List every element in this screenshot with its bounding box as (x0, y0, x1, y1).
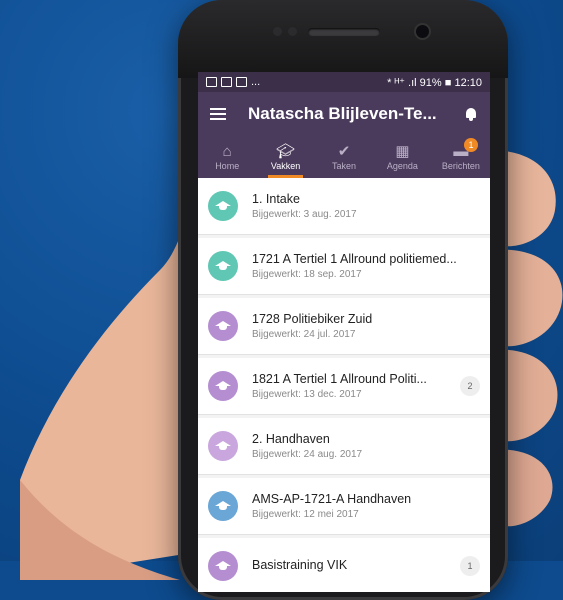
app-screen: ... * ᴴ⁺ .ıl 91% ■ 12:10 Natascha Blijle… (198, 72, 490, 592)
list-item[interactable]: AMS-AP-1721-A Handhaven Bijgewerkt: 12 me… (198, 478, 490, 535)
phone-top-bezel (178, 0, 508, 78)
graduation-cap-icon (215, 561, 231, 571)
tab-label: Berichten (441, 161, 480, 171)
list-item[interactable]: 1728 Politiebiker Zuid Bijgewerkt: 24 jul… (198, 298, 490, 355)
course-updated: Bijgewerkt: 24 jul. 2017 (252, 329, 356, 340)
status-ellipsis: ... (251, 76, 261, 88)
course-title: AMS-AP-1721-A Handhaven (252, 492, 412, 506)
front-camera-icon (416, 25, 429, 38)
count-badge: 2 (460, 376, 480, 396)
course-list: 1. Intake Bijgewerkt: 3 aug. 2017 1721 A T… (198, 178, 490, 592)
list-item-text: Basistraining VIK (252, 558, 454, 575)
tab-vakken[interactable]: 🎓︎ Vakken (256, 136, 314, 178)
course-title: 1728 Politiebiker Zuid (252, 312, 373, 326)
course-title: 1. Intake (252, 192, 300, 206)
list-item-text: 1821 A Tertiel 1 Allround Politi... Bijge… (252, 372, 454, 400)
course-updated: Bijgewerkt: 24 aug. 2017 (252, 449, 363, 460)
graduation-cap-icon (215, 261, 231, 271)
speaker-grille (308, 28, 380, 36)
graduation-cap-icon (215, 501, 231, 511)
list-item-text: 1728 Politiebiker Zuid Bijgewerkt: 24 jul… (252, 312, 480, 340)
tab-bar: ⌂ Home 🎓︎ Vakken ✔ Taken ▦ Agenda ▬ 1 Be… (198, 136, 490, 178)
list-item[interactable]: 1. Intake Bijgewerkt: 3 aug. 2017 (198, 178, 490, 235)
app-bar: Natascha Blijleven-Te... (198, 92, 490, 136)
graduation-cap-icon (215, 441, 231, 451)
course-avatar (208, 251, 238, 281)
sensor-icon (273, 27, 282, 36)
graduation-cap-icon (215, 381, 231, 391)
list-item[interactable]: Basistraining VIK 1 (198, 538, 490, 592)
tab-taken[interactable]: ✔ Taken (315, 136, 373, 178)
status-time: 12:10 (454, 76, 482, 89)
course-avatar (208, 491, 238, 521)
battery-icon: ■ (444, 76, 452, 89)
status-left: ... (206, 76, 260, 88)
battery-level: 91% (419, 76, 442, 89)
phone-frame: ... * ᴴ⁺ .ıl 91% ■ 12:10 Natascha Blijle… (178, 0, 508, 600)
list-item-text: 1721 A Tertiel 1 Allround politiemed... B… (252, 252, 480, 280)
image-icon (206, 77, 217, 87)
graduation-cap-icon (215, 201, 231, 211)
tab-label: Home (215, 161, 240, 171)
notification-icon (236, 77, 247, 87)
course-updated: Bijgewerkt: 18 sep. 2017 (252, 269, 362, 280)
list-item-text: AMS-AP-1721-A Handhaven Bijgewerkt: 12 me… (252, 492, 480, 520)
course-title: 1821 A Tertiel 1 Allround Politi... (252, 372, 427, 386)
course-avatar (208, 551, 238, 581)
course-updated: Bijgewerkt: 13 dec. 2017 (252, 389, 362, 400)
course-title: Basistraining VIK (252, 557, 348, 572)
list-item[interactable]: 2. Handhaven Bijgewerkt: 24 aug. 2017 (198, 418, 490, 475)
menu-icon[interactable] (210, 108, 226, 120)
course-avatar (208, 311, 238, 341)
graduation-cap-icon: 🎓︎ (276, 143, 296, 160)
page-title: Natascha Blijleven-Te... (248, 104, 437, 123)
unread-badge: 1 (464, 138, 479, 152)
checkmark-icon: ✔ (337, 143, 351, 160)
list-item[interactable]: 1721 A Tertiel 1 Allround politiemed... B… (198, 238, 490, 295)
list-item[interactable]: 1821 A Tertiel 1 Allround Politi... Bijge… (198, 358, 490, 415)
sensor-icon (288, 27, 297, 36)
course-avatar (208, 371, 238, 401)
course-title: 1721 A Tertiel 1 Allround politiemed... (252, 252, 457, 266)
status-right: * ᴴ⁺ .ıl 91% ■ 12:10 (387, 76, 482, 89)
course-updated: Bijgewerkt: 3 aug. 2017 (252, 209, 357, 220)
tab-berichten[interactable]: ▬ 1 Berichten (432, 136, 490, 178)
course-avatar (208, 431, 238, 461)
tab-label: Agenda (386, 161, 418, 171)
tab-home[interactable]: ⌂ Home (198, 136, 256, 178)
list-item-text: 1. Intake Bijgewerkt: 3 aug. 2017 (252, 192, 480, 220)
count-badge: 1 (460, 556, 480, 576)
course-updated: Bijgewerkt: 12 mei 2017 (252, 509, 359, 520)
graduation-cap-icon (215, 321, 231, 331)
tab-label: Taken (332, 161, 357, 171)
status-bar: ... * ᴴ⁺ .ıl 91% ■ 12:10 (198, 72, 490, 92)
course-title: 2. Handhaven (252, 432, 330, 446)
calendar-icon: ▦ (395, 143, 410, 160)
home-icon: ⌂ (222, 143, 232, 160)
tab-agenda[interactable]: ▦ Agenda (373, 136, 431, 178)
tab-label: Vakken (270, 161, 301, 171)
list-item-text: 2. Handhaven Bijgewerkt: 24 aug. 2017 (252, 432, 480, 460)
wifi-icon (221, 77, 232, 87)
course-avatar (208, 191, 238, 221)
bell-icon[interactable] (464, 107, 478, 121)
signal-indicator: * ᴴ⁺ .ıl (387, 76, 417, 89)
